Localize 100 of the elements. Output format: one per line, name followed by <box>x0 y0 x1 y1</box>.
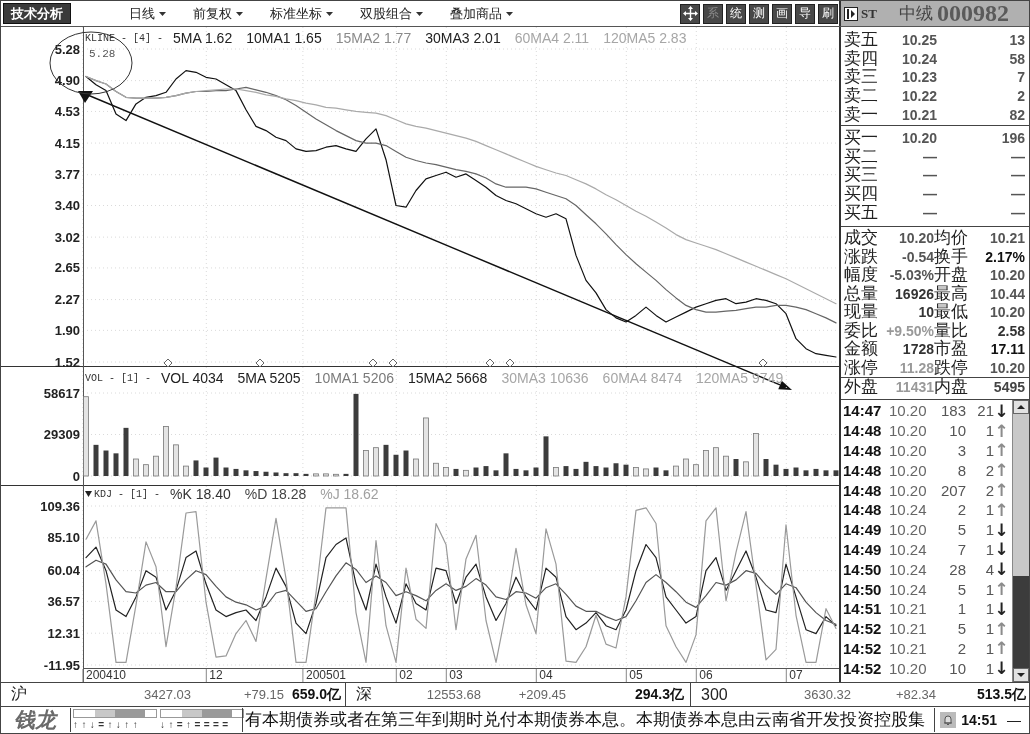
tool-button[interactable]: 画 <box>772 3 792 24</box>
trade-direction: ↓ <box>994 520 1009 539</box>
stat-value: 10.21 <box>988 230 1025 247</box>
bell-icon[interactable] <box>940 712 957 728</box>
trade-direction: ↓ <box>994 560 1009 579</box>
menu-dropdown[interactable]: 双股组合 <box>360 4 423 23</box>
axis-label: 3.40 <box>54 198 80 213</box>
axis-label: 03 <box>449 668 463 682</box>
order-label: 卖四 <box>844 49 879 68</box>
clock-time: 14:51 <box>961 712 997 728</box>
trade-price: 10.24 <box>889 560 928 578</box>
tool-button[interactable]: 导 <box>795 3 815 24</box>
stat-label: 幅度 <box>844 266 879 285</box>
volume-bar <box>783 468 789 476</box>
scroll-thumb[interactable] <box>1013 576 1029 668</box>
stat-value: 10.20 <box>988 359 1025 376</box>
volume-bar <box>543 436 549 476</box>
index-value: 12553.68 <box>425 687 481 702</box>
legend-value: %J 18.62 <box>320 486 379 502</box>
volume-bar <box>403 450 409 476</box>
analysis-tab[interactable]: 技术分析 <box>3 3 71 24</box>
stat-value: 10.20 <box>988 304 1025 321</box>
scroll-down-icon[interactable] <box>1013 668 1029 682</box>
trade-volume: 5 <box>956 620 966 638</box>
stat-value: 10 <box>917 304 934 321</box>
volume-bar <box>803 470 809 476</box>
trade-time: 14:48 <box>843 481 883 499</box>
trade-time: 14:47 <box>843 402 883 420</box>
trade-time: 14:48 <box>843 501 883 519</box>
stat-label: 外盘 <box>844 378 879 397</box>
volume-bar <box>103 450 109 476</box>
menu-dropdown[interactable]: 叠加商品 <box>450 4 513 23</box>
menu-dropdown[interactable]: 标准坐标 <box>270 4 333 23</box>
axis-label: 5.28 <box>54 41 80 57</box>
menu-dropdown[interactable]: 前复权 <box>193 4 243 23</box>
logo: 钱龙 <box>13 708 59 732</box>
trade-price: 10.20 <box>889 422 928 440</box>
legend-title: KLINE - [4] - <box>85 32 163 44</box>
volume-bar <box>363 450 369 477</box>
trade-count: 1 <box>984 600 994 618</box>
stat-value: 1728 <box>901 341 934 358</box>
trade-direction: ↑ <box>994 639 1009 658</box>
legend-value: 5MA 1.62 <box>173 30 233 46</box>
market-label: 300 <box>701 685 729 704</box>
legend-value: 30MA3 2.01 <box>425 30 501 46</box>
stat-value: 11431 <box>894 379 934 396</box>
order-price: — <box>922 204 937 221</box>
order-label: 卖五 <box>844 31 879 50</box>
volume-bar <box>203 467 209 476</box>
trade-price: 10.21 <box>889 600 928 618</box>
order-volume: 58 <box>1008 50 1025 67</box>
move-button[interactable] <box>680 3 700 24</box>
tool-button[interactable]: 测 <box>749 3 769 24</box>
menu-dropdown[interactable]: 日线 <box>129 4 166 23</box>
trade-count: 1 <box>984 540 994 558</box>
order-label: 买三 <box>844 166 879 185</box>
volume-bar <box>263 471 269 476</box>
index-value: 3630.32 <box>803 687 851 702</box>
volume-bar <box>223 467 229 476</box>
volume-bar <box>773 464 779 476</box>
order-price: 10.21 <box>900 106 937 123</box>
axis-label: 200501 <box>306 668 346 682</box>
scroll-up-icon[interactable] <box>1013 400 1029 414</box>
stat-label: 总量 <box>844 284 879 303</box>
trade-direction: ↑ <box>994 461 1009 480</box>
legend-value: 30MA3 10636 <box>501 370 589 386</box>
axis-label: 07 <box>789 668 803 682</box>
volume-bar <box>383 444 389 476</box>
stat-value: +9.50% <box>885 322 934 339</box>
axis-label: 58617 <box>43 385 80 401</box>
trade-count: 1 <box>984 422 994 440</box>
stat-label: 均价 <box>934 229 969 248</box>
trade-count: 1 <box>984 620 994 638</box>
volume-bar <box>113 453 119 476</box>
trade-count: 4 <box>984 560 994 578</box>
volume-bar <box>583 461 589 476</box>
legend-value: %D 18.28 <box>244 486 307 502</box>
trade-count: 2 <box>984 481 994 499</box>
index-change: +79.15 <box>242 687 284 702</box>
order-volume: 2 <box>1016 88 1025 105</box>
volume-bar <box>443 467 449 477</box>
order-price: 10.23 <box>900 69 937 86</box>
legend-value: 60MA4 2.11 <box>514 30 590 46</box>
volume-bar <box>603 467 609 476</box>
legend-title: VOL - [1] - <box>85 372 151 384</box>
index-change: +209.45 <box>517 687 566 702</box>
tool-button[interactable]: 统 <box>726 3 746 24</box>
tool-button[interactable]: 刷 <box>818 3 838 24</box>
scrollbar[interactable] <box>1012 400 1029 682</box>
trade-price: 10.24 <box>889 540 928 558</box>
axis-label: 1.90 <box>54 322 80 338</box>
legend-value: %K 18.40 <box>170 486 231 502</box>
volume-bar <box>273 472 279 476</box>
move-arrows-icon <box>682 6 698 21</box>
trade-time: 14:49 <box>843 521 883 539</box>
trade-volume: 3 <box>956 442 966 459</box>
diamond-icon <box>255 358 265 368</box>
trade-price: 10.20 <box>889 521 928 539</box>
axis-label: 02 <box>399 668 413 682</box>
volume-bar <box>613 463 619 476</box>
